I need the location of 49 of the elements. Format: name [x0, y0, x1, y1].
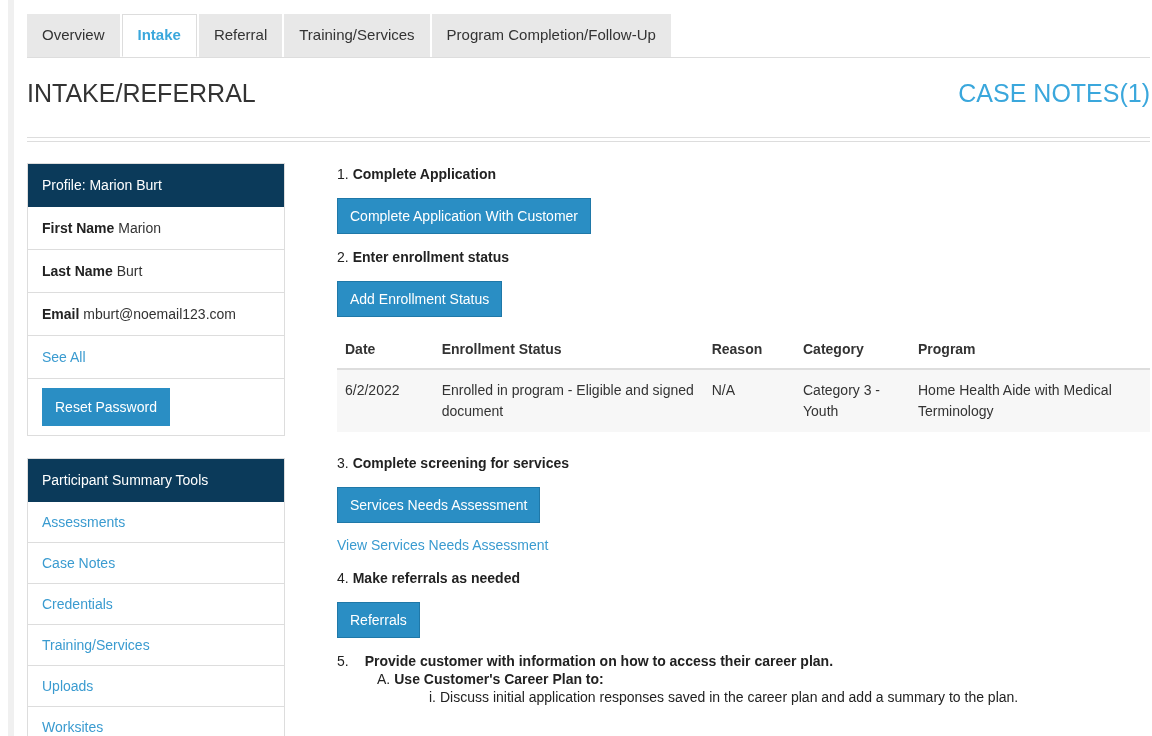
tool-link[interactable]: Training/Services	[42, 634, 150, 656]
step-title: Make referrals as needed	[352, 569, 520, 587]
tool-link[interactable]: Credentials	[42, 593, 113, 615]
step-number: 2.	[337, 248, 349, 266]
tab[interactable]: Intake	[121, 14, 197, 57]
tab[interactable]: Training/Services	[284, 14, 430, 57]
outline-marker: i.	[429, 688, 436, 706]
table-cell: N/A	[703, 369, 795, 432]
case-notes-link[interactable]: CASE NOTES(1)	[958, 78, 1150, 108]
table-cell: Category 3 - Youth	[795, 369, 910, 432]
column-header: Date	[337, 331, 434, 369]
tab[interactable]: Referral	[198, 14, 283, 57]
tool-link[interactable]: Worksites	[42, 716, 104, 736]
see-all-link[interactable]: See All	[42, 346, 86, 368]
tool-link[interactable]: Assessments	[42, 511, 126, 533]
outline-heading: Use Customer's Career Plan to:	[394, 670, 604, 688]
page-title: INTAKE/REFERRAL	[27, 78, 256, 108]
action-button[interactable]: Complete Application With Customer	[337, 198, 591, 234]
panel-header: Profile: Marion Burt	[28, 164, 284, 207]
panel-header: Participant Summary Tools	[28, 459, 284, 502]
step-number: 3.	[337, 454, 349, 472]
table-cell: Home Health Aide with Medical Terminology	[910, 369, 1150, 432]
step-title: Provide customer with information on how to access their career plan.	[364, 652, 834, 670]
action-button[interactable]: Services Needs Assessment	[337, 487, 541, 523]
view-link[interactable]: View Services Needs Assessment	[337, 537, 549, 553]
step-title: Complete screening for services	[352, 454, 569, 472]
column-header: Enrollment Status	[433, 331, 704, 369]
outline-text: Discuss initial application responses saved in the career plan and add a summary to the plan.	[440, 688, 1019, 706]
tool-link[interactable]: Uploads	[42, 675, 94, 697]
table-cell: Enrolled in program - Eligible and signed document	[433, 369, 704, 432]
step-title: Complete Application	[352, 165, 497, 183]
profile-field: Last Name Burt	[28, 250, 284, 293]
column-header: Reason	[703, 331, 795, 369]
reset-password-button[interactable]: Reset Password	[42, 388, 170, 426]
action-button[interactable]: Add Enrollment Status	[337, 281, 503, 317]
step-title: Enter enrollment status	[352, 248, 510, 266]
step-number: 5.	[337, 652, 349, 670]
step-number: 1.	[337, 165, 349, 183]
profile-field: First Name Marion	[28, 207, 284, 250]
column-header: Program	[910, 331, 1150, 369]
tab[interactable]: Program Completion/Follow-Up	[431, 14, 671, 57]
tool-link[interactable]: Case Notes	[42, 552, 116, 574]
tab[interactable]: Overview	[27, 14, 120, 57]
table-cell: 6/2/2022	[337, 369, 434, 432]
outline-marker: A.	[377, 670, 391, 688]
profile-field: Email mburt@noemail123.com	[28, 293, 284, 336]
step-number: 4.	[337, 569, 349, 587]
action-button[interactable]: Referrals	[337, 602, 420, 638]
column-header: Category	[795, 331, 910, 369]
